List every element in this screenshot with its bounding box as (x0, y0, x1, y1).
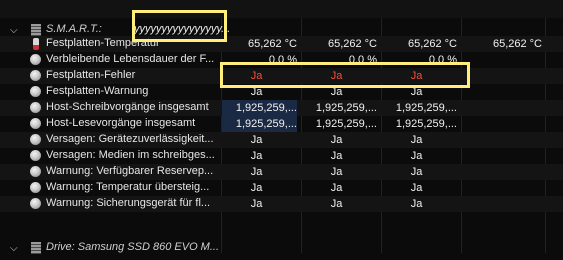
row-label: Festplatten-Fehler (46, 69, 136, 81)
value-cell (462, 164, 542, 180)
value-cell (462, 68, 542, 84)
status-circle-icon (30, 102, 41, 113)
status-circle-icon (30, 118, 41, 129)
value-cell (462, 116, 542, 132)
chevron-down-icon[interactable]: ⌵ (10, 243, 18, 254)
status-circle-icon (30, 134, 41, 145)
table-row[interactable]: Festplatten-Fehler Ja Ja Ja (0, 68, 563, 84)
status-circle-icon (30, 198, 41, 209)
status-circle-icon (30, 166, 41, 177)
table-row[interactable]: Festplatten-Temperatur 65,262 °C 65,262 °C… (0, 36, 563, 52)
row-label: Verbleibende Lebensdauer der F... (46, 53, 214, 65)
status-circle-icon (30, 54, 41, 65)
row-label: Versagen: Medien im schreibges... (46, 149, 214, 161)
thermometer-icon (33, 38, 39, 50)
value-cell: Ja (410, 150, 423, 162)
value-cell: 0,0 % (268, 54, 297, 66)
value-cell: 1,925,259,... (315, 118, 377, 130)
value-cell: Ja (330, 198, 343, 210)
value-cell: Ja (250, 166, 263, 178)
value-cell (462, 180, 542, 196)
smart-section-label: S.M.A.R.T.: (46, 23, 102, 35)
value-cell: 65,262 °C (492, 38, 542, 50)
value-cell: Ja (410, 182, 423, 194)
table-row[interactable]: Warnung: Sicherungsgerät für fl... Ja Ja Ja (0, 196, 563, 212)
value-cell: 65,262 °C (247, 38, 297, 50)
status-circle-icon (30, 86, 41, 97)
value-cell: 1,925,259,... (222, 116, 297, 132)
value-cell: Ja (410, 86, 423, 98)
drive-section-label: Drive: Samsung SSD 860 EVO M... (46, 241, 220, 253)
row-label: Host-Schreibvorgänge insgesamt (46, 101, 209, 113)
value-cell: Ja (330, 182, 343, 194)
status-circle-icon (30, 70, 41, 81)
value-cell (462, 148, 542, 164)
value-cell: Ja (250, 86, 263, 98)
value-cell (462, 52, 542, 68)
value-cell: Ja (250, 150, 263, 162)
value-cell: Ja (330, 166, 343, 178)
row-label: Warnung: Sicherungsgerät für fl... (46, 197, 211, 209)
row-label: Host-Lesevorgänge insgesamt (46, 117, 196, 129)
smart-section-value: yyyyyyyyyyyyyyyy... (134, 23, 231, 35)
value-cell: Ja (410, 70, 423, 82)
value-cell: Ja (250, 198, 263, 210)
status-circle-icon (30, 182, 41, 193)
value-cell: 0,0 % (428, 54, 457, 66)
value-cell: 65,262 °C (327, 38, 377, 50)
table-row[interactable]: Host-Schreibvorgänge insgesamt 1,925,259,… (0, 100, 563, 116)
value-cell (462, 132, 542, 148)
row-label: Warnung: Verfügbarer Reservep... (46, 165, 214, 177)
value-cell: Ja (250, 182, 263, 194)
table-row[interactable]: Warnung: Temperatur übersteig... Ja Ja Ja (0, 180, 563, 196)
value-cell: Ja (330, 86, 343, 98)
value-cell: Ja (410, 166, 423, 178)
table-row[interactable]: Verbleibende Lebensdauer der F... 0,0 % 0,… (0, 52, 563, 68)
row-label: Festplatten-Temperatur (46, 37, 160, 49)
value-cell: Ja (330, 150, 343, 162)
value-cell: 1,925,259,... (395, 118, 457, 130)
value-cell: 1,925,259,... (222, 100, 297, 116)
value-cell: 0,0 % (348, 54, 377, 66)
drive-icon (31, 24, 41, 36)
table-row[interactable]: Host-Lesevorgänge insgesamt 1,925,259,...… (0, 116, 563, 132)
value-cell (462, 196, 542, 212)
value-cell: Ja (410, 198, 423, 210)
table-row[interactable]: Versagen: Medien im schreibges... Ja Ja Ja (0, 148, 563, 164)
value-cell (462, 84, 542, 100)
table-header-strip (0, 0, 563, 18)
table-row[interactable]: Festplatten-Warnung Ja Ja Ja (0, 84, 563, 100)
drive-icon (31, 242, 41, 254)
chevron-down-icon[interactable]: ⌵ (10, 25, 18, 36)
value-cell: Ja (250, 70, 263, 82)
status-circle-icon (30, 150, 41, 161)
table-row[interactable]: Versagen: Gerätezuverlässigkeit... Ja Ja Ja (0, 132, 563, 148)
value-cell (462, 100, 542, 116)
row-label: Versagen: Gerätezuverlässigkeit... (46, 133, 214, 145)
value-cell: 65,262 °C (407, 38, 457, 50)
value-cell: 1,925,259,... (315, 102, 377, 114)
row-label: Festplatten-Warnung (46, 85, 149, 97)
value-cell: Ja (410, 134, 423, 146)
value-cell: 1,925,259,... (395, 102, 457, 114)
value-cell: Ja (330, 134, 343, 146)
value-cell: Ja (250, 134, 263, 146)
drive-section-row[interactable]: ⌵ Drive: Samsung SSD 860 EVO M... (0, 236, 563, 260)
table-row[interactable]: Warnung: Verfügbarer Reservep... Ja Ja Ja (0, 164, 563, 180)
row-label: Warnung: Temperatur übersteig... (46, 181, 210, 193)
value-cell: Ja (330, 70, 343, 82)
